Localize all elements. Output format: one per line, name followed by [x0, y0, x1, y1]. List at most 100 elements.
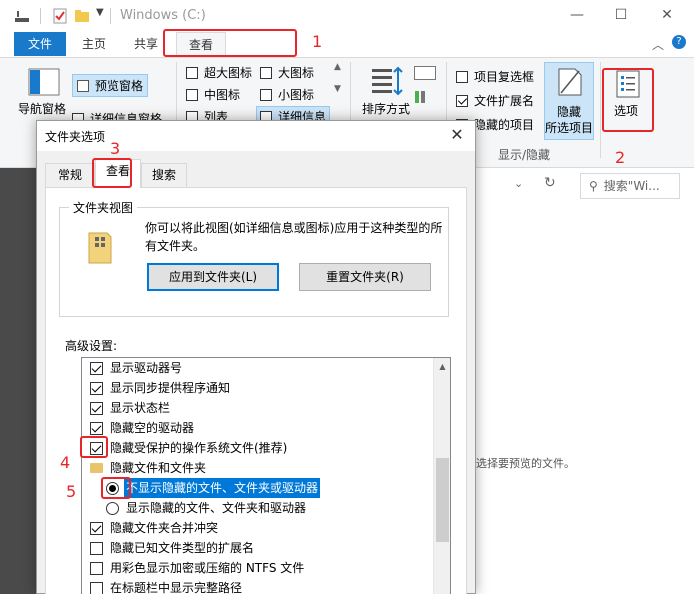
nav-pane-button[interactable]: 导航窗格	[18, 100, 66, 117]
layout-extra-large-icons[interactable]: 超大图标	[186, 64, 252, 81]
dialog-close-button[interactable]: ✕	[447, 125, 467, 144]
setting-checkbox[interactable]	[90, 402, 103, 415]
group-by-icon[interactable]	[414, 66, 436, 80]
annotation-box-4	[80, 436, 108, 458]
properties-icon[interactable]	[14, 8, 30, 24]
setting-label: 在标题栏中显示完整路径	[110, 581, 243, 594]
ribbon-tabs: 文件 主页 共享 查看	[0, 30, 694, 58]
small-icons-label: 小图标	[278, 88, 315, 102]
annotation-box-3	[92, 158, 132, 188]
annotation-box-5	[101, 477, 131, 499]
setting-radio[interactable]	[106, 502, 119, 515]
layout-scroll-up-icon[interactable]: ▲	[334, 62, 341, 72]
qat-dropdown-icon[interactable]: ▼	[96, 7, 104, 18]
setting-label: 隐藏文件夹合并冲突	[110, 521, 219, 535]
setting-show-drive-letters[interactable]: 显示驱动器号	[82, 358, 432, 378]
setting-checkbox[interactable]	[90, 562, 103, 575]
apply-to-folders-button[interactable]: 应用到文件夹(L)	[147, 263, 279, 291]
annotation-number-4: 4	[60, 453, 71, 472]
settings-scrollbar[interactable]: ▲	[433, 358, 450, 594]
annotation-number-1: 1	[312, 32, 323, 51]
setting-label: 隐藏受保护的操作系统文件(推荐)	[110, 441, 288, 455]
setting-color-ntfs[interactable]: 用彩色显示加密或压缩的 NTFS 文件	[82, 558, 432, 578]
folder-views-label: 文件夹视图	[69, 199, 138, 216]
preview-message: 选择要预览的文件。	[476, 457, 575, 470]
setting-checkbox[interactable]	[90, 522, 103, 535]
setting-checkbox[interactable]	[90, 582, 103, 594]
advanced-settings-tree[interactable]: 显示驱动器号 显示同步提供程序通知 显示状态栏 隐藏空的驱动器 隐藏受保护的操作…	[81, 357, 451, 594]
annotation-box-2	[602, 68, 654, 132]
setting-hide-protected-os-files[interactable]: 隐藏受保护的操作系统文件(推荐)	[82, 438, 432, 458]
navigation-pane-icon	[28, 68, 60, 96]
hidden-items-label: 隐藏的项目	[474, 118, 535, 132]
tab-search[interactable]: 搜索	[141, 163, 187, 187]
file-extensions-label: 文件扩展名	[474, 94, 535, 108]
annotation-number-5: 5	[66, 482, 77, 501]
layout-medium-icons[interactable]: 中图标	[186, 86, 240, 103]
new-folder-icon[interactable]	[74, 8, 90, 24]
annotation-number-2: 2	[615, 148, 626, 167]
setting-hide-extensions[interactable]: 隐藏已知文件类型的扩展名	[82, 538, 432, 558]
item-checkboxes-label: 项目复选框	[474, 70, 535, 84]
layout-scroll-down-icon[interactable]: ▼	[334, 84, 341, 94]
hide-selected-label-2: 所选项目	[545, 121, 594, 135]
window-title: Windows (C:)	[120, 8, 206, 23]
setting-label: 显示同步提供程序通知	[110, 381, 231, 395]
checklist-icon[interactable]	[52, 8, 68, 24]
search-icon: ⚲	[589, 179, 598, 193]
setting-show-hidden[interactable]: 显示隐藏的文件、文件夹和驱动器	[82, 498, 432, 518]
setting-checkbox[interactable]	[90, 422, 103, 435]
file-extensions-toggle[interactable]: 文件扩展名	[456, 92, 534, 109]
refresh-icon[interactable]: ↻	[544, 175, 556, 191]
setting-label: 显示状态栏	[110, 401, 171, 415]
hide-selected-button[interactable]: 隐藏 所选项目	[544, 62, 594, 140]
setting-label: 用彩色显示加密或压缩的 NTFS 文件	[110, 561, 305, 575]
tab-share[interactable]: 共享	[124, 32, 168, 56]
preview-pane-label: 预览窗格	[95, 79, 144, 93]
extra-large-icons-icon	[186, 67, 198, 79]
setting-hide-merge-conflicts[interactable]: 隐藏文件夹合并冲突	[82, 518, 432, 538]
close-button[interactable]: ✕	[652, 4, 682, 26]
sort-by-button[interactable]: 排序方式	[362, 100, 410, 117]
layout-small-icons[interactable]: 小图标	[260, 86, 314, 103]
large-icons-label: 大图标	[278, 66, 315, 80]
item-checkboxes-checkbox[interactable]	[456, 71, 468, 83]
sort-icon	[372, 66, 403, 96]
setting-label: 隐藏文件和文件夹	[110, 461, 207, 475]
setting-label: 隐藏已知文件类型的扩展名	[110, 541, 255, 555]
preview-pane-button[interactable]: 预览窗格	[72, 74, 149, 97]
setting-show-status-bar[interactable]: 显示状态栏	[82, 398, 432, 418]
setting-dont-show-hidden[interactable]: 不显示隐藏的文件、文件夹或驱动器	[82, 478, 432, 498]
scrollbar-thumb[interactable]	[436, 458, 449, 542]
search-placeholder: 搜索"Wi...	[603, 179, 660, 193]
setting-label: 不显示隐藏的文件、文件夹或驱动器	[124, 478, 321, 498]
tab-home[interactable]: 主页	[72, 32, 116, 56]
setting-checkbox[interactable]	[90, 542, 103, 555]
tab-general[interactable]: 常规	[45, 163, 95, 187]
item-checkboxes-toggle[interactable]: 项目复选框	[456, 68, 534, 85]
add-columns-icon[interactable]	[414, 90, 436, 104]
setting-show-sync-notifications[interactable]: 显示同步提供程序通知	[82, 378, 432, 398]
annotation-box-1	[163, 29, 297, 57]
search-input[interactable]: ⚲ 搜索"Wi...	[580, 173, 680, 199]
folder-views-description: 你可以将此视图(如详细信息或图标)应用于这种类型的所有文件夹。	[145, 221, 443, 253]
file-extensions-checkbox[interactable]	[456, 95, 468, 107]
setting-full-path-title[interactable]: 在标题栏中显示完整路径	[82, 578, 432, 594]
setting-checkbox[interactable]	[90, 382, 103, 395]
help-icon[interactable]: ?	[672, 35, 686, 49]
hide-selected-label-1: 隐藏	[557, 105, 582, 119]
setting-checkbox[interactable]	[90, 362, 103, 375]
navigation-pane-area	[0, 168, 36, 594]
setting-label: 显示隐藏的文件、文件夹和驱动器	[126, 501, 307, 515]
setting-hide-empty-drives[interactable]: 隐藏空的驱动器	[82, 418, 432, 438]
setting-label: 隐藏空的驱动器	[110, 421, 195, 435]
maximize-button[interactable]: ☐	[606, 4, 636, 26]
minimize-button[interactable]: —	[562, 4, 592, 26]
address-dropdown-icon[interactable]: ⌄	[514, 177, 523, 190]
reset-folders-button[interactable]: 重置文件夹(R)	[299, 263, 431, 291]
collapse-ribbon-icon[interactable]: ︿	[652, 36, 664, 53]
tab-file[interactable]: 文件	[14, 32, 66, 56]
folder-icon	[90, 463, 103, 473]
scroll-up-icon[interactable]: ▲	[434, 358, 450, 375]
layout-large-icons[interactable]: 大图标	[260, 64, 314, 81]
